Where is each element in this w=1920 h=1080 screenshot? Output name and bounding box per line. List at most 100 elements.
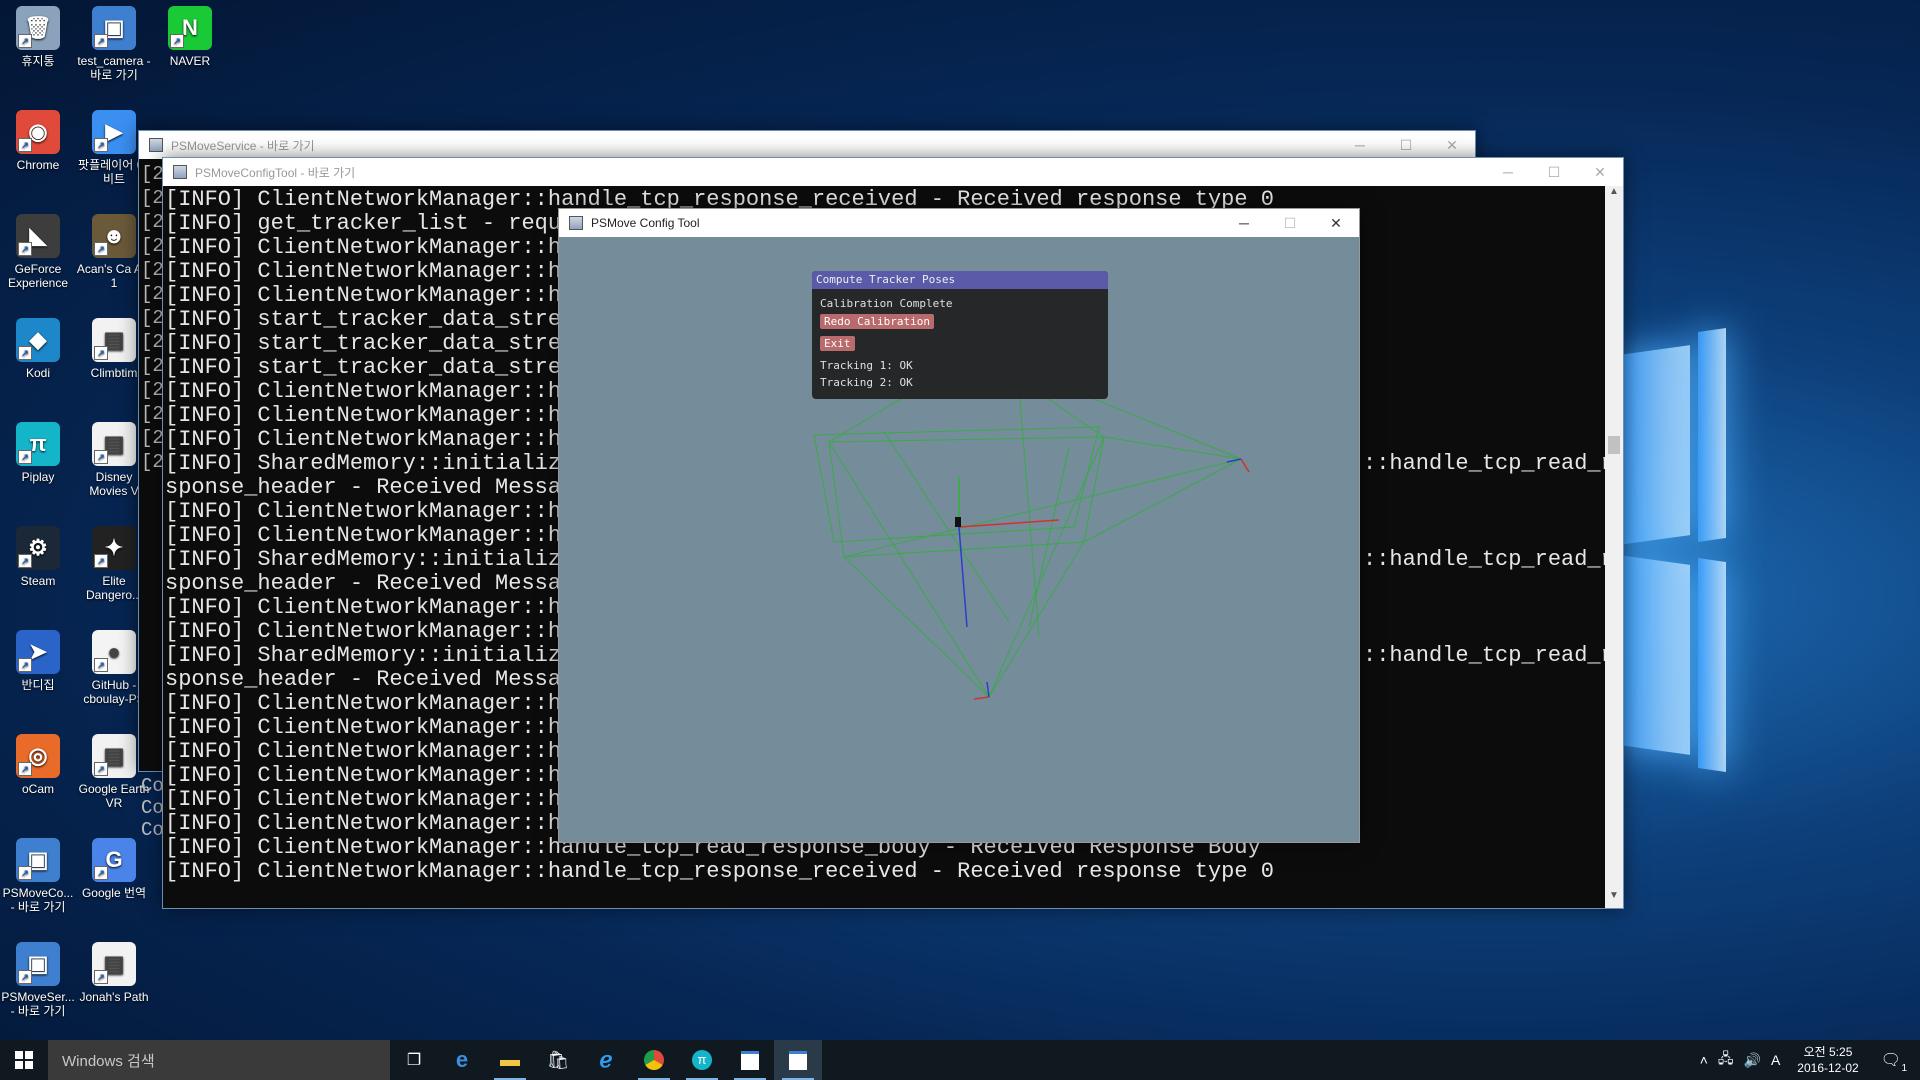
console-line: [INFO] ClientNetworkManager::hand [165, 499, 601, 524]
desktop-shortcut-icon: ▣ ↗ [16, 942, 60, 986]
close-button[interactable]: ✕ [1429, 131, 1475, 159]
desktop-icon-label: 반디집 [21, 678, 55, 692]
taskbar-piplay[interactable]: π [678, 1040, 726, 1080]
panel-header[interactable]: Compute Tracker Poses [812, 271, 1108, 289]
shortcut-arrow-icon: ↗ [94, 970, 108, 984]
desktop-icon[interactable]: ◣ ↗ GeForce Experience [0, 214, 76, 290]
maximize-button[interactable]: ☐ [1531, 158, 1577, 186]
desktop-icon[interactable]: ➤ ↗ 반디집 [0, 630, 76, 692]
console-line: [INFO] get_tracker_list - request [165, 211, 601, 236]
desktop-icon[interactable]: G ↗ Google 번역 [76, 838, 152, 900]
tracking-2-status: Tracking 2: OK [820, 376, 913, 389]
desktop-shortcut-icon: ▤ ↗ [92, 422, 136, 466]
desktop-icon-label: Chrome [16, 158, 60, 172]
console-line-fragment: ::handle_tcp_read_re [1363, 547, 1605, 572]
desktop-icon[interactable]: ◎ ↗ oCam [0, 734, 76, 796]
console-gutter-text: [2 [141, 451, 164, 473]
desktop-icon[interactable]: π ↗ Piplay [0, 422, 76, 484]
configtool-console-titlebar[interactable]: PSMoveConfigTool - 바로 가기 ─ ☐ ✕ [163, 158, 1623, 186]
console-app-icon [149, 138, 163, 152]
close-button[interactable]: ✕ [1313, 209, 1359, 237]
taskbar-psmoveservice[interactable] [726, 1040, 774, 1080]
psmoveservice-titlebar[interactable]: PSMoveService - 바로 가기 ─ ☐ ✕ [139, 131, 1475, 159]
window-title: PSMoveService - 바로 가기 [171, 138, 315, 153]
console-line: [INFO] ClientNetworkManager::hand [165, 403, 601, 428]
desktop-icon[interactable]: ◆ ↗ Kodi [0, 318, 76, 380]
desktop-shortcut-icon: ☻ ↗ [92, 214, 136, 258]
console-line: [INFO] ClientNetworkManager::hand [165, 739, 601, 764]
shortcut-arrow-icon: ↗ [18, 970, 32, 984]
desktop-icon[interactable]: ◉ ↗ Chrome [0, 110, 76, 172]
desktop-shortcut-icon: ▤ ↗ [92, 734, 136, 778]
console-line: [INFO] ClientNetworkManager::hand [165, 283, 601, 308]
notification-count: 1 [1901, 1063, 1907, 1074]
scroll-down-icon[interactable]: ▼ [1605, 890, 1623, 908]
task-view-button[interactable]: ❐ [390, 1040, 438, 1080]
console-line: [INFO] ClientNetworkManager::hand [165, 259, 601, 284]
shortcut-arrow-icon: ↗ [18, 34, 32, 48]
clock[interactable]: 오전 5:25 2016-12-02 [1797, 1044, 1858, 1076]
console-gutter-text: [2 [141, 259, 164, 281]
desktop-icon[interactable]: N ↗ NAVER [152, 6, 228, 68]
action-center-button[interactable]: 🗨 1 [1876, 1050, 1907, 1074]
taskbar-chrome[interactable] [630, 1040, 678, 1080]
psmove-config-tool-window[interactable]: PSMove Config Tool ─ ☐ ✕ Compute Tracker… [558, 208, 1360, 843]
console-line: [INFO] ClientNetworkManager::hand [165, 379, 601, 404]
maximize-button[interactable]: ☐ [1267, 209, 1313, 237]
network-icon[interactable]: 🖧 [1718, 1048, 1734, 1072]
compute-tracker-poses-panel[interactable]: Compute Tracker Poses Calibration Comple… [812, 271, 1108, 399]
console-scrollbar[interactable]: ▲ ▼ [1605, 186, 1623, 908]
taskbar-store[interactable]: 🛍 [534, 1040, 582, 1080]
shortcut-arrow-icon: ↗ [94, 554, 108, 568]
config-tool-titlebar[interactable]: PSMove Config Tool ─ ☐ ✕ [559, 209, 1359, 237]
desktop-shortcut-icon: ✦ ↗ [92, 526, 136, 570]
console-line: [INFO] ClientNetworkManager::hand [165, 235, 601, 260]
windows-logo-wallpaper [1620, 310, 1730, 790]
desktop-shortcut-icon: ▤ ↗ [92, 318, 136, 362]
taskbar-ie[interactable]: ℯ [582, 1040, 630, 1080]
scroll-up-icon[interactable]: ▲ [1605, 186, 1623, 204]
desktop-icon-label: 휴지통 [21, 54, 55, 68]
taskbar: Windows 검색 ❐ e ▬ 🛍 ℯ π ˄ 🖧 🔊 A 오전 5:25 2… [0, 1040, 1920, 1080]
shortcut-arrow-icon: ↗ [170, 34, 184, 48]
show-hidden-icons-chevron-icon[interactable]: ˄ [1700, 1052, 1708, 1068]
console-line: [INFO] ClientNetworkManager::hand [165, 715, 601, 740]
shortcut-arrow-icon: ↗ [18, 346, 32, 360]
console-gutter-text: [2 [141, 283, 164, 305]
desktop-icon[interactable]: ▣ ↗ PSMoveSer... - 바로 가기 [0, 942, 76, 1018]
store-icon: 🛍 [546, 1049, 570, 1070]
desktop-icon-label: Kodi [25, 366, 51, 380]
desktop-icon[interactable]: 🗑 ↗ 휴지통 [0, 6, 76, 68]
shortcut-arrow-icon: ↗ [94, 658, 108, 672]
minimize-button[interactable]: ─ [1221, 209, 1267, 237]
console-gutter-text: [2 [141, 235, 164, 257]
maximize-button[interactable]: ☐ [1383, 131, 1429, 159]
ime-indicator[interactable]: A [1771, 1052, 1780, 1068]
minimize-button[interactable]: ─ [1337, 131, 1383, 159]
taskbar-edge[interactable]: e [438, 1040, 486, 1080]
3d-viewport[interactable]: Compute Tracker Poses Calibration Comple… [559, 237, 1359, 842]
desktop-shortcut-icon: ▶ ↗ [92, 110, 136, 154]
shortcut-arrow-icon: ↗ [94, 138, 108, 152]
volume-icon[interactable]: 🔊 [1744, 1052, 1761, 1069]
close-button[interactable]: ✕ [1577, 158, 1623, 186]
desktop-icon[interactable]: ▤ ↗ Jonah's Path [76, 942, 152, 1004]
minimize-button[interactable]: ─ [1485, 158, 1531, 186]
taskbar-search-box[interactable]: Windows 검색 [48, 1040, 390, 1080]
start-button[interactable] [0, 1040, 48, 1080]
scrollbar-thumb[interactable] [1608, 436, 1620, 454]
exit-button[interactable]: Exit [820, 336, 855, 351]
console-line: [INFO] ClientNetworkManager::hand [165, 523, 601, 548]
console-gutter-text: [2 [141, 211, 164, 233]
taskbar-file-explorer[interactable]: ▬ [486, 1040, 534, 1080]
shortcut-arrow-icon: ↗ [18, 762, 32, 776]
desktop-icon[interactable]: ⚙ ↗ Steam [0, 526, 76, 588]
window-title: PSMove Config Tool [591, 216, 700, 230]
desktop-icon-label: Piplay [21, 470, 55, 484]
desktop-icon[interactable]: ▣ ↗ PSMoveCo... - 바로 가기 [0, 838, 76, 914]
desktop-shortcut-icon: ◎ ↗ [16, 734, 60, 778]
redo-calibration-button[interactable]: Redo Calibration [820, 314, 934, 329]
console-window-icon [789, 1050, 807, 1070]
taskbar-psmoveconfigtool[interactable] [774, 1040, 822, 1080]
desktop-icon[interactable]: ▣ ↗ test_camera - 바로 가기 [76, 6, 152, 82]
